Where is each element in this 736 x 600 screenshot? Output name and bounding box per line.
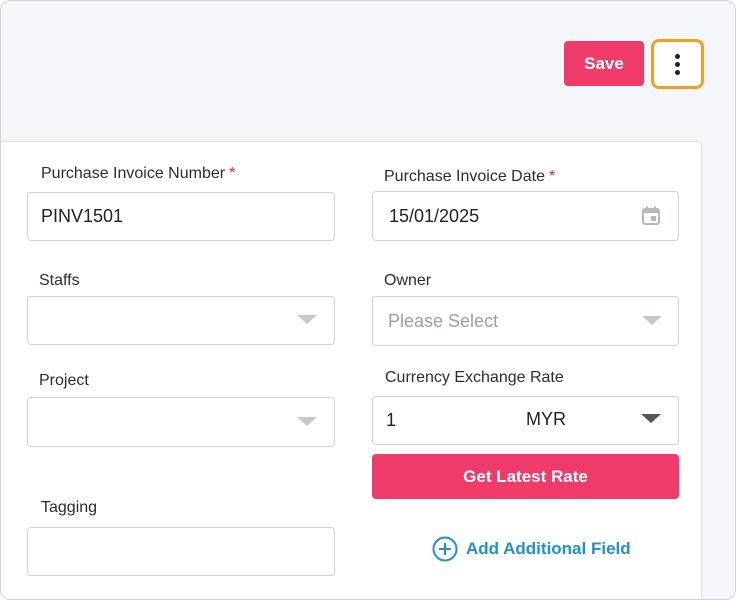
add-additional-field-link[interactable]: Add Additional Field: [432, 536, 631, 562]
project-label: Project: [39, 372, 89, 389]
invoice-number-value: PINV1501: [41, 206, 124, 226]
tagging-label: Tagging: [41, 499, 98, 516]
invoice-date-label: Purchase Invoice Date *: [384, 168, 555, 186]
staffs-label: Staffs: [39, 272, 80, 289]
owner-placeholder: Please Select: [388, 310, 499, 331]
tagging-input[interactable]: [27, 527, 335, 576]
add-additional-field-label: Add Additional Field: [466, 539, 631, 558]
chevron-down-icon[interactable]: [641, 414, 661, 423]
owner-label: Owner: [384, 272, 432, 289]
calendar-icon[interactable]: [641, 206, 661, 226]
plus-circle-icon: [432, 536, 458, 562]
chevron-down-icon: [297, 417, 317, 426]
project-select[interactable]: [27, 397, 335, 447]
more-vertical-icon-dot: [675, 69, 680, 75]
required-marker: *: [229, 165, 236, 182]
invoice-date-value: 15/01/2025: [389, 205, 480, 226]
invoice-date-label-text: Purchase Invoice Date: [384, 168, 545, 185]
invoice-number-input[interactable]: PINV1501: [27, 192, 335, 241]
chevron-down-icon: [297, 315, 317, 324]
more-vertical-icon: [675, 53, 680, 59]
more-vertical-icon-dot: [675, 61, 680, 67]
currency-select[interactable]: MYR: [526, 409, 566, 430]
required-marker: *: [548, 168, 556, 185]
invoice-number-label-text: Purchase Invoice Number: [41, 165, 226, 182]
get-latest-rate-button[interactable]: Get Latest Rate: [372, 454, 679, 499]
invoice-date-input[interactable]: 15/01/2025: [372, 191, 679, 241]
app-window: Save Purchase Invoice Number * PINV1501 P…: [0, 0, 736, 600]
staffs-select[interactable]: [27, 296, 335, 345]
currency-rate-label: Currency Exchange Rate: [385, 369, 564, 386]
owner-select[interactable]: Please Select: [372, 296, 679, 346]
invoice-number-label: Purchase Invoice Number *: [41, 165, 235, 183]
exchange-rate-value: 1: [386, 410, 397, 430]
chevron-down-icon: [642, 316, 662, 325]
save-button[interactable]: Save: [564, 41, 644, 86]
more-options-button[interactable]: [651, 39, 704, 89]
